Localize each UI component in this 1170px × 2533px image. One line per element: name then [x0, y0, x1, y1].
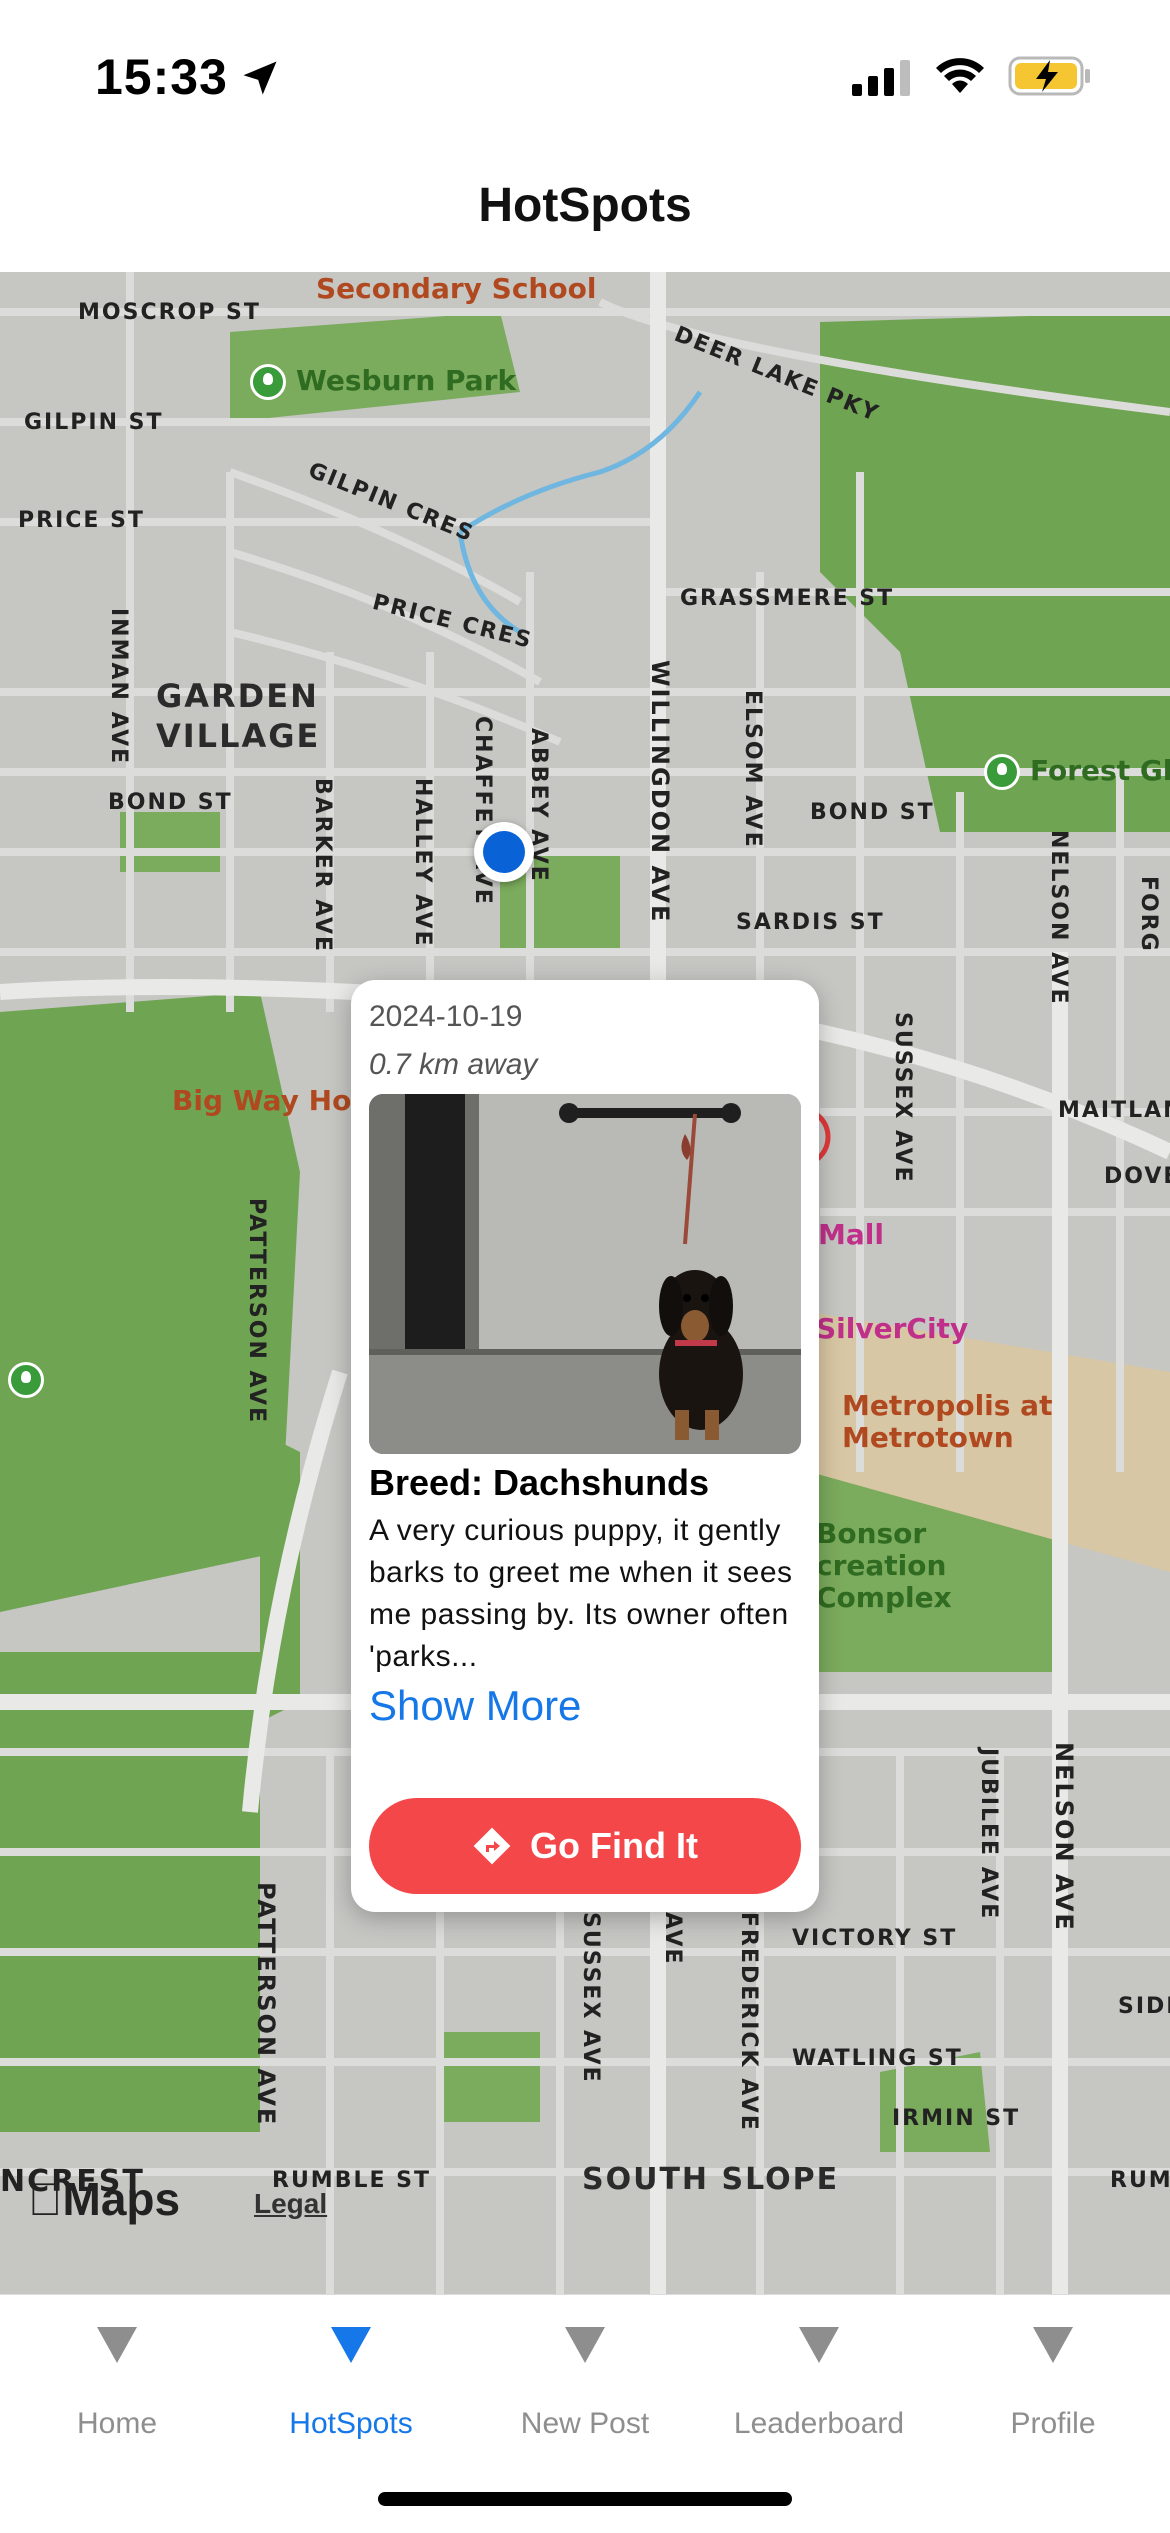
area-label-south-slope: SOUTH SLOPE	[582, 2162, 840, 2197]
tab-hotspots-icon	[331, 2327, 371, 2363]
tab-new-post-label: New Post	[520, 2407, 650, 2440]
street-label: FREDERICK AVE	[736, 1912, 761, 2132]
street-label: MAITLAN	[1058, 1098, 1170, 1123]
street-label: GILPIN ST	[24, 410, 164, 435]
poi-label-bonsor[interactable]: Bonsor creation Complex	[816, 1518, 976, 1614]
tab-leaderboard[interactable]: Leaderboard	[702, 2327, 936, 2441]
poi-label-silvercity[interactable]: SilverCity	[816, 1312, 968, 1345]
user-location-dot	[474, 822, 534, 882]
street-label: MOSCROP ST	[78, 300, 261, 325]
directions-icon	[473, 1827, 511, 1865]
street-label: PRICE ST	[18, 508, 145, 533]
street-label: INMAN AVE	[106, 608, 131, 766]
apple-maps-logo: Maps	[28, 2172, 180, 2226]
street-label: IRMIN ST	[892, 2106, 1021, 2131]
street-label: SARDIS ST	[736, 910, 885, 935]
show-more-link[interactable]: Show More	[369, 1682, 581, 1730]
tab-home-icon	[97, 2327, 137, 2363]
go-find-it-button[interactable]: Go Find It	[369, 1798, 801, 1894]
street-label: FORG	[1136, 876, 1161, 953]
tab-leaderboard-icon	[799, 2327, 839, 2363]
tab-new-post-icon	[565, 2327, 605, 2363]
post-description: A very curious puppy, it gently barks to…	[369, 1514, 793, 1673]
street-label: NELSON AVE	[1050, 1742, 1078, 1932]
dog-photo[interactable]	[369, 1094, 801, 1454]
street-label: BOND ST	[810, 800, 935, 825]
legal-link[interactable]: Legal	[254, 2188, 327, 2220]
park-icon	[8, 1362, 44, 1398]
street-label: SUSSEX AVE	[578, 1912, 603, 2084]
poi-label-forest-glen[interactable]: Forest Gle	[1030, 754, 1170, 787]
street-label: AVE	[660, 1912, 685, 1966]
street-label: SIDL	[1118, 1994, 1170, 2019]
area-label-garden-village: GARDEN VILLAGE	[156, 677, 321, 755]
park-icon	[984, 754, 1020, 790]
breed-title: Breed: Dachshunds	[369, 1462, 710, 1503]
tab-home[interactable]: Home	[0, 2327, 234, 2441]
street-label: BOND ST	[108, 790, 233, 815]
street-label: SUSSEX AVE	[890, 1012, 915, 1184]
tab-profile-icon	[1033, 2327, 1073, 2363]
street-label: RUM	[1110, 2168, 1170, 2193]
tab-hotspots[interactable]: HotSpots	[234, 2327, 468, 2441]
tab-new-post[interactable]: New Post	[468, 2327, 702, 2441]
post-distance: 0.7 km away	[369, 1048, 538, 1081]
wifi-icon	[936, 58, 984, 93]
status-time: 15:33	[95, 49, 228, 105]
location-arrow-icon	[243, 61, 277, 95]
maps-brand-label: Maps	[28, 2173, 181, 2225]
go-find-it-label: Go Find It	[530, 1825, 698, 1866]
tab-profile-label: Profile	[1010, 2407, 1096, 2440]
poi-label-wesburn-park[interactable]: Wesburn Park	[296, 364, 516, 397]
street-label: BARKER AVE	[310, 778, 335, 953]
tab-hotspots-label: HotSpots	[289, 2407, 413, 2440]
page-title: HotSpots	[478, 179, 692, 232]
street-label: PATTERSON AVE	[244, 1198, 269, 1425]
poi-label-big-way[interactable]: Big Way Hot	[172, 1084, 365, 1117]
home-indicator[interactable]	[378, 2492, 792, 2506]
park-icon	[250, 364, 286, 400]
street-label: JUBILEE AVE	[976, 1748, 1001, 1921]
street-label: VICTORY ST	[792, 1926, 958, 1951]
hotspot-popup-card[interactable]: 2024-10-19 0.7 km away Breed: Dachshunds	[351, 980, 819, 1912]
dog-photo-illustration	[369, 1094, 801, 1454]
tab-leaderboard-label: Leaderboard	[733, 2407, 905, 2440]
battery-charging-icon	[1008, 56, 1090, 96]
street-label: WATLING ST	[792, 2046, 963, 2071]
poi-label-school[interactable]: Secondary School	[316, 272, 596, 305]
street-label: HALLEY AVE	[410, 778, 435, 948]
street-label: GRASSMERE ST	[680, 586, 895, 611]
tab-profile[interactable]: Profile	[936, 2327, 1170, 2441]
poi-label-metropolis[interactable]: Metropolis at Metrotown	[842, 1390, 1062, 1454]
poi-label-mall[interactable]: Mall	[818, 1218, 884, 1251]
post-date: 2024-10-19	[369, 1000, 523, 1033]
street-label: NELSON AVE	[1046, 830, 1071, 1006]
cellular-signal-icon	[852, 60, 910, 96]
tab-home-label: Home	[76, 2407, 158, 2440]
street-label: WILLINGDON AVE	[646, 660, 674, 924]
street-label: PATTERSON AVE	[252, 1882, 280, 2127]
status-bar: 15:33	[0, 0, 1170, 140]
street-label: DOVE	[1104, 1164, 1170, 1189]
street-label: ELSOM AVE	[740, 690, 765, 849]
